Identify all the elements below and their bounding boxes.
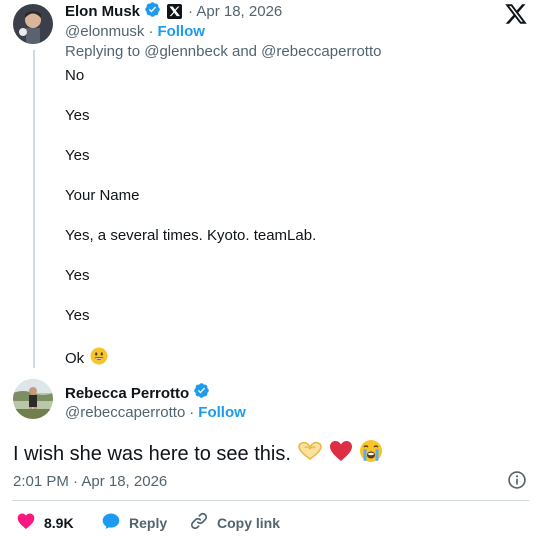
red-heart-emoji-icon bbox=[329, 440, 353, 468]
replying-to: Replying to @glennbeck and @rebeccaperro… bbox=[65, 43, 382, 60]
like-count: 8.9K bbox=[44, 514, 74, 531]
copy-link-button[interactable]: Copy link bbox=[189, 511, 280, 534]
separator: · bbox=[189, 404, 195, 421]
grinning-face-emoji-icon bbox=[90, 347, 108, 370]
like-button[interactable]: 8.9K bbox=[16, 511, 74, 534]
reply-bubble-icon bbox=[101, 511, 121, 534]
tweet-text: I wish she was here to see this. bbox=[13, 443, 291, 465]
main-handle[interactable]: @rebeccaperrotto bbox=[65, 404, 185, 421]
info-icon[interactable] bbox=[507, 470, 527, 495]
crying-face-emoji-icon bbox=[359, 439, 383, 469]
parent-handle[interactable]: @elonmusk bbox=[65, 23, 144, 40]
x-logo-icon[interactable] bbox=[504, 2, 528, 26]
heart-hands-emoji-icon bbox=[297, 441, 323, 467]
reply-button[interactable]: Reply bbox=[101, 511, 167, 534]
answer-3: Yes bbox=[65, 147, 90, 164]
x-logo-badge-icon bbox=[167, 4, 183, 19]
elon-avatar[interactable] bbox=[13, 4, 53, 44]
copy-link-label: Copy link bbox=[217, 514, 281, 531]
parent-follow-button[interactable]: Follow bbox=[157, 23, 205, 40]
reply-label: Reply bbox=[129, 514, 168, 531]
thread-connector bbox=[33, 50, 35, 368]
answer-5: Yes, a several times. Kyoto. teamLab. bbox=[65, 227, 317, 244]
parent-date[interactable]: · Apr 18, 2026 bbox=[188, 3, 282, 20]
parent-author-name[interactable]: Elon Musk bbox=[65, 3, 140, 20]
divider bbox=[12, 500, 529, 501]
answer-2: Yes bbox=[65, 107, 90, 124]
tweet-timestamp[interactable]: 2:01 PM · Apr 18, 2026 bbox=[13, 473, 167, 490]
answer-1: No bbox=[65, 67, 85, 84]
heart-icon bbox=[16, 511, 36, 534]
separator: · bbox=[148, 23, 154, 40]
answer-4: Your Name bbox=[65, 187, 140, 204]
verified-icon bbox=[144, 1, 161, 22]
verified-icon bbox=[193, 382, 210, 404]
answer-8: Ok bbox=[65, 349, 85, 367]
main-author-name[interactable]: Rebecca Perrotto bbox=[65, 385, 189, 402]
main-follow-button[interactable]: Follow bbox=[198, 404, 246, 421]
link-icon bbox=[189, 511, 209, 534]
answer-6: Yes bbox=[65, 267, 90, 284]
rebecca-avatar[interactable] bbox=[13, 379, 53, 419]
answer-7: Yes bbox=[65, 307, 90, 324]
